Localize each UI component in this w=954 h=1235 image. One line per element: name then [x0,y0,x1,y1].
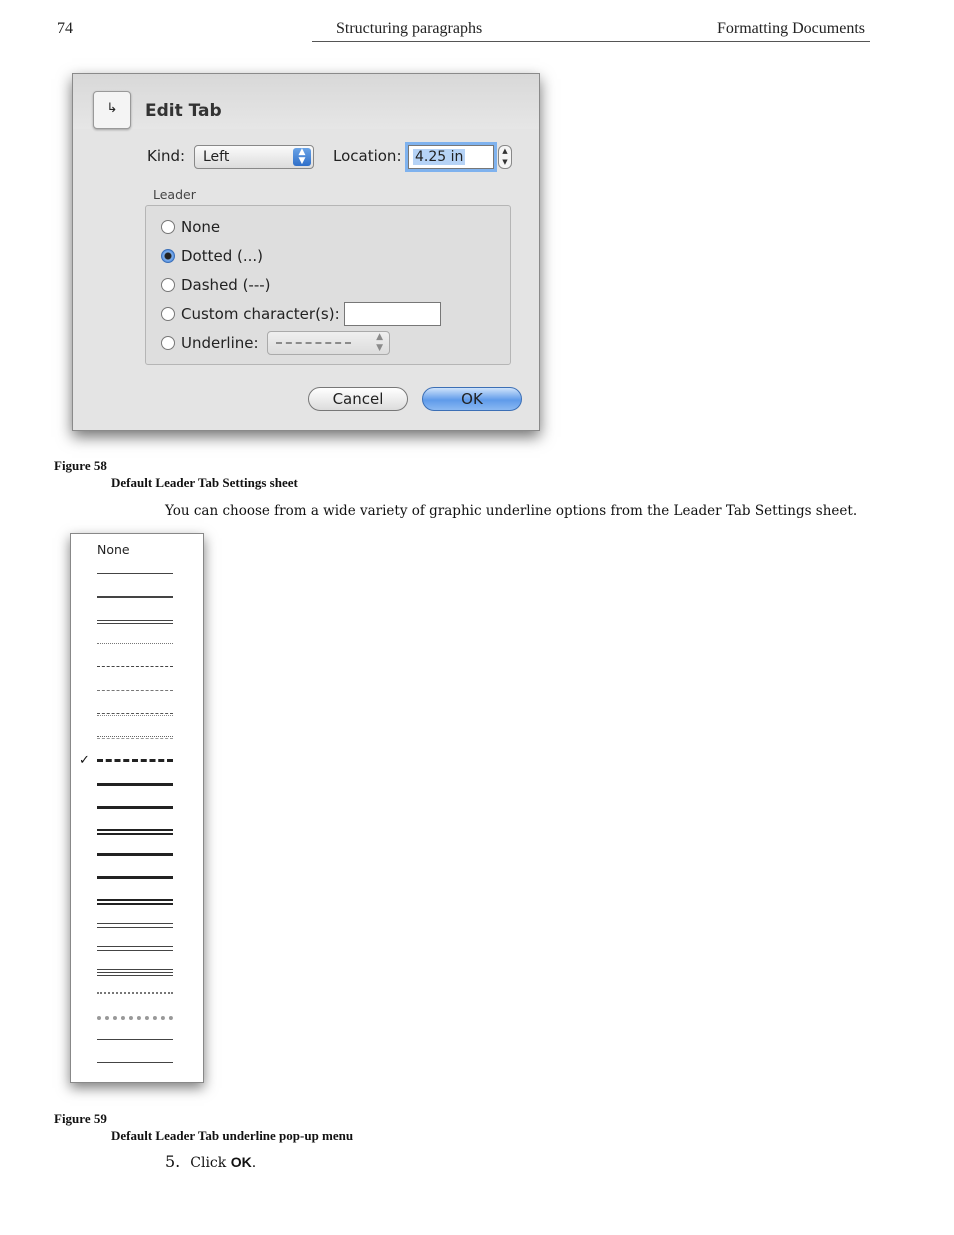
radio-button-icon [161,220,175,234]
header-rule [312,41,870,42]
underline-option-thick[interactable] [97,852,173,856]
underline-option-wave[interactable] [97,992,173,995]
menu-item-none[interactable]: None [97,542,130,557]
underline-option-thick-double[interactable] [97,899,173,906]
underline-option-thick[interactable] [97,806,173,809]
dialog-backdrop [73,74,539,129]
page-number: 74 [57,20,73,37]
running-chapter-title: Formatting Documents [717,20,865,37]
popup-arrows-icon: ▲ ▼ [293,148,311,166]
figure-59-caption: Default Leader Tab underline pop-up menu [111,1128,354,1143]
dashed-line-icon [276,342,351,344]
body-paragraph: You can choose from a wide variety of gr… [165,503,858,519]
leader-group-label: Leader [153,187,196,202]
running-section-title: Structuring paragraphs [336,20,483,37]
kind-label: Kind: [147,147,186,165]
underline-popup-menu: None ✓ [70,533,204,1083]
radio-label: None [181,218,221,236]
location-label: Location: [333,147,402,165]
underline-option-thick[interactable] [97,875,173,879]
radio-label: Underline: [181,334,259,352]
kind-popup[interactable]: Left ▲ ▼ [194,145,314,169]
underline-option-thick[interactable] [97,782,173,786]
underline-option-double-thin[interactable] [97,619,173,624]
radio-label: Dashed (---) [181,276,271,294]
radio-button-icon [161,336,175,350]
step-5: 5. Click OK. [165,1152,256,1171]
figure-58-number: Figure 58 [54,458,107,473]
underline-option-thin[interactable] [97,1039,173,1040]
radio-dotted[interactable]: Dotted (...) [161,247,263,265]
location-value: 4.25 in [413,149,466,165]
underline-option-medium[interactable] [97,596,173,599]
radio-label: Dotted (...) [181,247,264,265]
custom-character-field[interactable] [344,302,441,326]
cancel-button[interactable]: Cancel [308,387,408,411]
underline-option-double[interactable] [97,945,173,951]
figure-58-caption: Default Leader Tab Settings sheet [111,475,298,490]
edit-tab-dialog: ↳ Edit Tab Kind: Left ▲ ▼ Location: 4.25 … [72,73,540,431]
radio-none[interactable]: None [161,218,220,236]
radio-label: Custom character(s): [181,305,340,323]
radio-button-icon [161,307,175,321]
radio-button-icon [161,278,175,292]
underline-option-dash-dot-dot[interactable] [97,736,173,740]
radio-selected-icon [161,249,175,263]
underline-option-triple[interactable] [97,969,173,977]
checkmark-icon: ✓ [79,753,90,768]
step-number: 5. [165,1152,181,1171]
dialog-title: Edit Tab [145,101,222,121]
location-field[interactable]: 4.25 in [408,145,494,169]
underline-popup[interactable]: ▲ ▼ [267,331,390,355]
radio-underline[interactable]: Underline: [161,334,259,352]
underline-option-dotted-fine[interactable] [97,642,173,644]
popup-arrows-icon: ▲ ▼ [376,332,383,353]
underline-option-double[interactable] [97,922,173,928]
underline-option-thin[interactable] [97,573,173,574]
kind-value: Left [203,149,230,165]
underline-option-thick-double[interactable] [97,829,173,836]
left-tab-icon: ↳ [93,91,131,129]
step-text: Click [190,1155,231,1171]
radio-custom[interactable]: Custom character(s): [161,305,340,323]
underline-option-thick-dashed[interactable] [97,759,173,763]
step-action: OK [230,1154,252,1170]
underline-option-dashed-fine[interactable] [97,689,173,691]
location-stepper[interactable]: ▲ ▼ [498,145,512,169]
radio-dashed[interactable]: Dashed (---) [161,276,271,294]
figure-59-number: Figure 59 [54,1111,107,1126]
ok-button[interactable]: OK [422,387,522,411]
step-end: . [251,1155,257,1171]
underline-option-dash-dot[interactable] [97,712,173,716]
underline-option-thin[interactable] [97,1062,173,1064]
underline-option-dashed[interactable] [97,666,173,668]
underline-option-wave-thick[interactable] [97,1015,173,1020]
